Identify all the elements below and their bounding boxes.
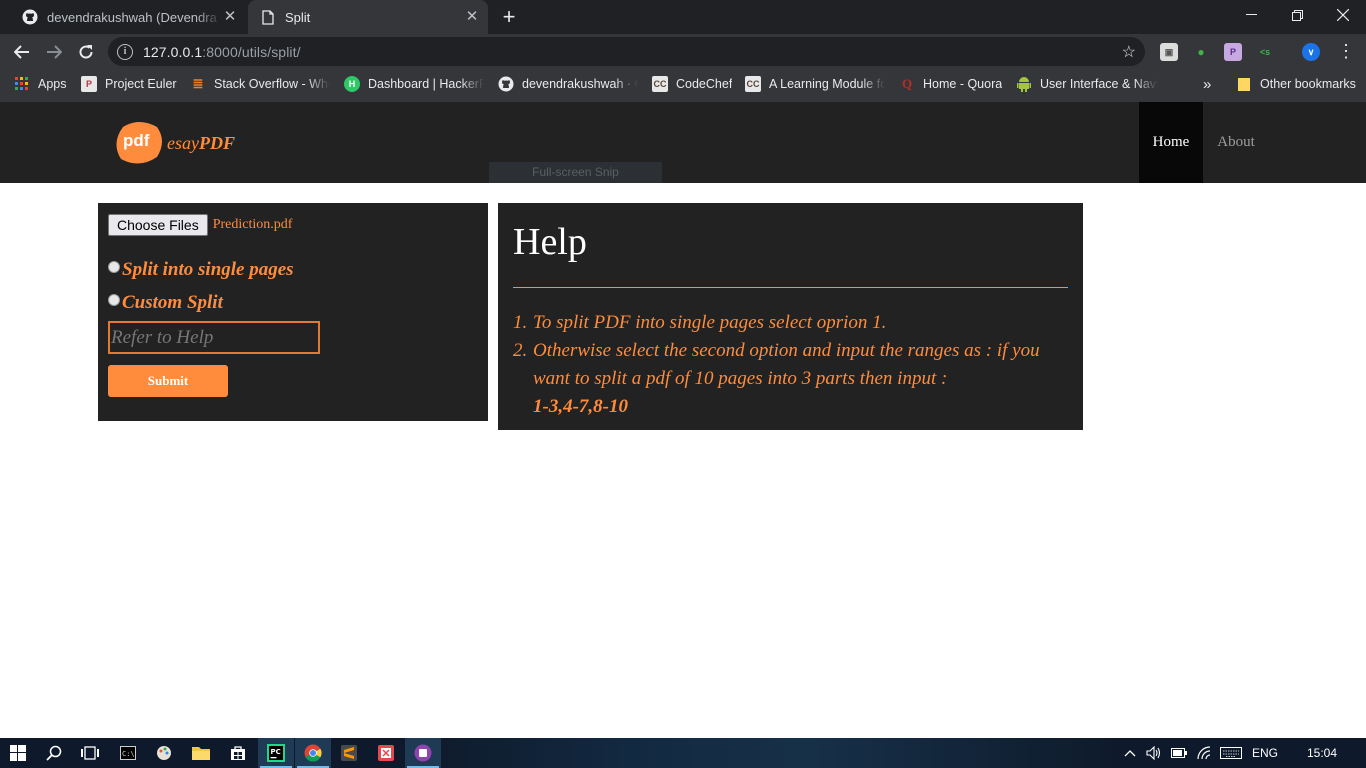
battery-icon[interactable] [1170, 738, 1188, 768]
option-single-pages-label: Split into single pages [122, 259, 294, 280]
bookmark-project-euler[interactable]: P Project Euler [81, 70, 181, 98]
range-input[interactable]: Refer to Help [108, 321, 320, 354]
github-icon [22, 9, 38, 25]
bookmarks-overflow-button[interactable]: » [1203, 70, 1217, 98]
radio-single-pages[interactable] [108, 261, 120, 273]
search-icon[interactable] [36, 738, 72, 768]
help-panel: Help 1. To split PDF into single pages se… [498, 203, 1083, 430]
github-icon [498, 76, 514, 92]
help-range-example: 1-3,4-7,8-10 [533, 396, 628, 417]
media-app-icon[interactable] [405, 738, 441, 768]
choose-files-button[interactable]: Choose Files [108, 214, 208, 236]
reload-button[interactable] [73, 39, 99, 65]
tab-title: Split [285, 9, 311, 25]
language-indicator[interactable]: ENG [1251, 738, 1279, 768]
forward-button[interactable] [41, 39, 67, 65]
sticky-app-icon[interactable] [368, 738, 404, 768]
bookmark-star-icon[interactable]: ☆ [1122, 42, 1136, 62]
help-divider [513, 287, 1068, 288]
keyboard-icon[interactable] [1219, 738, 1243, 768]
nav-home[interactable]: Home [1139, 102, 1203, 183]
nav-about[interactable]: About [1203, 102, 1269, 183]
tab-title: devendrakushwah (Devendra Kushwah) [47, 9, 222, 25]
windows-start-icon[interactable] [0, 738, 36, 768]
bookmark-hackerrank[interactable]: H Dashboard | HackerR [344, 70, 484, 98]
help-item-2: 2. Otherwise select the second option and… [513, 340, 1040, 417]
svg-text:C:\: C:\ [122, 750, 135, 758]
pdf-logo-icon: pdf [113, 119, 165, 167]
address-bar[interactable]: i 127.0.0.1:8000/utils/split/ ☆ [108, 37, 1145, 66]
close-tab-icon[interactable]: ✕ [222, 9, 238, 25]
back-button[interactable] [9, 39, 35, 65]
close-window-button[interactable] [1320, 0, 1366, 30]
quora-icon: Q [901, 76, 913, 91]
site-logo[interactable]: pdf esayPDF [113, 118, 235, 168]
help-item-1: 1. To split PDF into single pages select … [513, 312, 887, 333]
windows-taskbar: C:\ PC ENG 15:04 [0, 738, 1366, 768]
minimize-button[interactable] [1228, 0, 1274, 30]
task-view-icon[interactable] [72, 738, 108, 768]
stackoverflow-icon: ≣ [192, 76, 204, 91]
submit-button[interactable]: Submit [108, 365, 228, 397]
bookmark-learning-module[interactable]: CC A Learning Module fo [745, 70, 885, 98]
codechef-icon: CC [652, 76, 668, 92]
file-explorer-icon[interactable] [183, 738, 219, 768]
radio-custom-split[interactable] [108, 294, 120, 306]
bookmark-apps[interactable]: Apps [14, 70, 74, 98]
site-brand-name: esayPDF [167, 132, 235, 153]
file-picker: Choose Files Prediction.pdf [108, 214, 292, 236]
snip-overlay-label: Full-screen Snip [489, 162, 662, 183]
help-list: 1. To split PDF into single pages select … [513, 309, 1068, 421]
browser-menu-icon[interactable]: ⋮ [1337, 40, 1355, 62]
selected-file-name: Prediction.pdf [212, 217, 293, 232]
tray-overflow-icon[interactable] [1122, 738, 1138, 768]
extension-pdf-icon[interactable]: P [1224, 43, 1242, 61]
pycharm-icon[interactable]: PC [258, 738, 294, 768]
sublime-text-icon[interactable] [331, 738, 367, 768]
codechef-icon: CC [745, 76, 761, 92]
browser-tab-split[interactable]: Split ✕ [248, 0, 488, 34]
folder-icon [1236, 76, 1252, 92]
bookmark-codechef[interactable]: CC CodeChef [652, 70, 736, 98]
bookmark-stack-overflow[interactable]: ≣ Stack Overflow - Whe [190, 70, 330, 98]
volume-icon[interactable] [1145, 738, 1163, 768]
bookmark-android-ui[interactable]: User Interface & Navi [1016, 70, 1158, 98]
browser-toolbar: i 127.0.0.1:8000/utils/split/ ☆ ▣ ● P <s… [0, 34, 1366, 70]
url-text: 127.0.0.1:8000/utils/split/ [143, 43, 301, 60]
wifi-icon[interactable] [1195, 738, 1213, 768]
close-tab-icon[interactable]: ✕ [464, 9, 480, 25]
site-navbar: pdf esayPDF Full-screen Snip Home About [0, 102, 1366, 183]
bookmark-github[interactable]: devendrakushwah · G [498, 70, 638, 98]
help-title: Help [513, 221, 587, 263]
new-tab-button[interactable]: + [498, 6, 520, 28]
clock[interactable]: 15:04 [1300, 738, 1344, 768]
browser-tab-github[interactable]: devendrakushwah (Devendra Kushwah) ✕ [14, 0, 246, 34]
hackerrank-icon: H [344, 76, 360, 92]
extension-cube-icon[interactable]: ▣ [1160, 43, 1178, 61]
page-icon [260, 9, 276, 25]
option-custom-split[interactable]: Custom Split [108, 292, 223, 314]
extension-code-icon[interactable]: <s [1256, 43, 1274, 61]
browser-tab-strip: devendrakushwah (Devendra Kushwah) ✕ Spl… [0, 0, 1366, 34]
android-icon [1016, 76, 1032, 92]
paint-icon[interactable] [146, 738, 182, 768]
split-form-panel: Choose Files Prediction.pdf Split into s… [98, 203, 488, 421]
option-single-pages[interactable]: Split into single pages [108, 259, 294, 281]
chrome-icon[interactable] [295, 738, 331, 768]
site-info-icon[interactable]: i [117, 43, 133, 60]
bookmark-quora[interactable]: Q Home - Quora [899, 70, 1009, 98]
store-icon[interactable] [220, 738, 256, 768]
project-euler-icon: P [81, 76, 97, 92]
svg-text:PC: PC [271, 748, 281, 756]
cmd-icon[interactable]: C:\ [110, 738, 146, 768]
extension-js-icon[interactable]: ● [1192, 43, 1210, 61]
profile-avatar-icon[interactable]: ∨ [1302, 43, 1320, 61]
taskbar-wallpaper [420, 738, 1120, 768]
option-custom-split-label: Custom Split [122, 292, 223, 313]
other-bookmarks-folder[interactable]: Other bookmarks [1236, 70, 1362, 98]
apps-grid-icon [14, 76, 30, 92]
bookmarks-bar: Apps P Project Euler ≣ Stack Overflow - … [0, 70, 1366, 102]
restore-button[interactable] [1274, 0, 1320, 30]
